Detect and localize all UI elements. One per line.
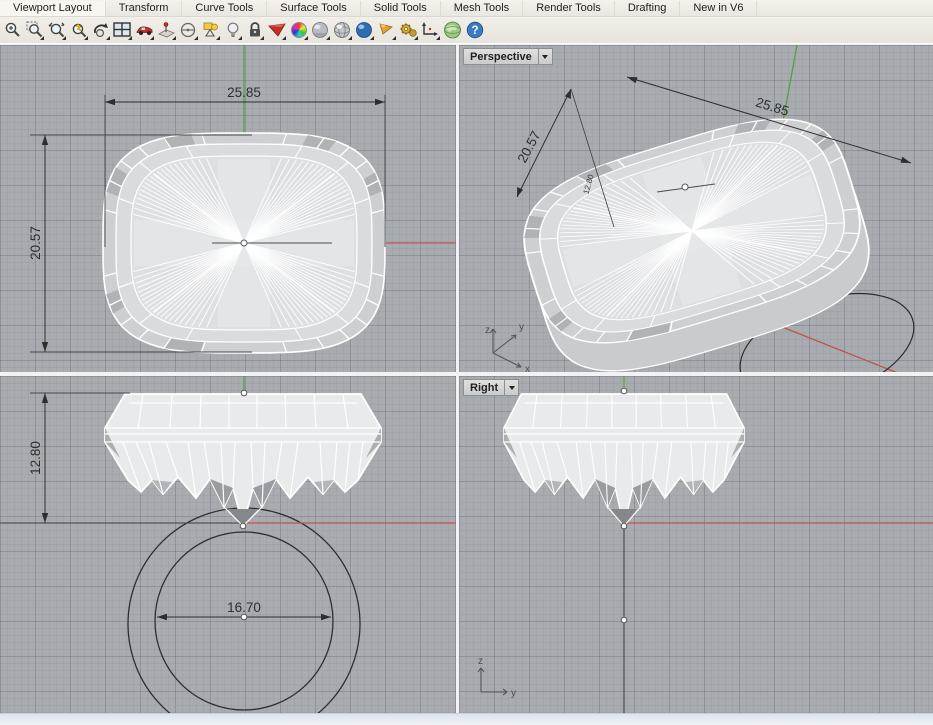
tab-curve-tools[interactable]: Curve Tools xyxy=(182,1,267,16)
help-glyph: ? xyxy=(471,25,478,37)
render-car-icon[interactable] xyxy=(134,19,155,41)
options-gears-icon[interactable] xyxy=(398,19,419,41)
cplane-circle-icon[interactable] xyxy=(178,19,199,41)
render-cone-icon[interactable] xyxy=(266,19,287,41)
analysis-cone-icon[interactable] xyxy=(376,19,397,41)
viewport-menu-arrow[interactable] xyxy=(505,380,518,395)
shaded-sphere-icon[interactable] xyxy=(310,19,331,41)
viewport-splitter-horizontal[interactable] xyxy=(0,372,933,376)
dimension-width: 25.85 xyxy=(105,85,385,105)
dimension-tool-icon[interactable] xyxy=(420,19,441,41)
culet-point-marker[interactable] xyxy=(621,523,627,529)
point-marker[interactable] xyxy=(241,390,247,396)
zoom-extents-icon[interactable] xyxy=(46,19,67,41)
zoom-window-icon[interactable] xyxy=(24,19,45,41)
zoom-selected-icon[interactable] xyxy=(68,19,89,41)
gem-right-view[interactable] xyxy=(504,394,744,526)
tab-solid-tools[interactable]: Solid Tools xyxy=(361,1,441,16)
viewport-title-label: Right xyxy=(464,382,504,394)
viewport-front[interactable]: 12.80 16.70 xyxy=(0,376,456,713)
rotate-view-icon[interactable] xyxy=(90,19,111,41)
dim-width-label: 25.85 xyxy=(227,85,261,100)
chevron-down-icon xyxy=(542,55,548,59)
viewport-perspective[interactable]: Perspective 25.85 xyxy=(459,45,933,372)
right-view-canvas: z y xyxy=(459,376,933,713)
viewport-title-perspective[interactable]: Perspective xyxy=(463,48,553,65)
web-globe-icon[interactable] xyxy=(442,19,463,41)
tab-viewport-layout[interactable]: Viewport Layout xyxy=(0,1,106,16)
named-views-icon[interactable] xyxy=(200,19,221,41)
set-view-icon[interactable] xyxy=(156,19,177,41)
dim-height-label: 20.57 xyxy=(28,226,43,260)
perspective-canvas: 25.85 20.57 12.80 z y x xyxy=(459,45,933,372)
raytrace-sphere-icon[interactable] xyxy=(354,19,375,41)
viewport-title-label: Perspective xyxy=(464,51,538,63)
viewport-top[interactable]: 25.85 20.57 xyxy=(0,45,456,372)
color-wheel xyxy=(291,22,307,38)
viewport-title-right[interactable]: Right xyxy=(463,379,519,396)
viewport-layout-icon[interactable] xyxy=(112,19,133,41)
viewport-right[interactable]: Right z y xyxy=(459,376,933,713)
axis-y-label: y xyxy=(519,322,524,333)
gem-front-view[interactable] xyxy=(105,394,381,526)
zoom-in-icon[interactable] xyxy=(2,19,23,41)
front-view-canvas: 12.80 16.70 xyxy=(0,376,456,713)
axis-gizmo xyxy=(478,668,507,695)
viewport-splitter-vertical[interactable] xyxy=(456,44,459,713)
center-point-marker[interactable] xyxy=(241,240,247,246)
dim-diameter-label: 16.70 xyxy=(227,600,261,615)
chevron-down-icon xyxy=(509,386,515,390)
axis-z-label: z xyxy=(485,325,490,336)
gem-perspective-view[interactable] xyxy=(507,96,878,366)
tab-mesh-tools[interactable]: Mesh Tools xyxy=(441,1,523,16)
status-strip xyxy=(0,713,933,725)
tab-surface-tools[interactable]: Surface Tools xyxy=(267,1,360,16)
dim-height-label: 20.57 xyxy=(514,128,543,165)
axis-gizmo xyxy=(490,329,521,367)
axis-x-label: x xyxy=(525,364,530,372)
tab-render-tools[interactable]: Render Tools xyxy=(523,1,615,16)
point-marker[interactable] xyxy=(621,388,627,394)
top-view-canvas: 25.85 20.57 xyxy=(0,45,456,372)
rendered-sphere-icon[interactable] xyxy=(332,19,353,41)
toolbar: ? xyxy=(0,17,933,44)
lock-icon[interactable] xyxy=(244,19,265,41)
culet-point-marker[interactable] xyxy=(240,523,246,529)
menu-tab-bar: Viewport Layout Transform Curve Tools Su… xyxy=(0,0,933,17)
viewport-menu-arrow[interactable] xyxy=(539,49,552,64)
tab-drafting[interactable]: Drafting xyxy=(615,1,681,16)
help-icon[interactable]: ? xyxy=(464,19,485,41)
viewport-area: 25.85 20.57 Perspective xyxy=(0,44,933,713)
axis-z-label: z xyxy=(478,656,483,667)
axis-y-label: y xyxy=(511,688,516,699)
dimension-height: 20.57 xyxy=(28,135,48,352)
tab-new-in-v6[interactable]: New in V6 xyxy=(680,1,757,16)
dimension-diameter: 16.70 xyxy=(157,600,331,620)
ring-center-marker[interactable] xyxy=(621,617,627,623)
ring-inner-circle[interactable] xyxy=(155,532,333,710)
color-wheel-icon[interactable] xyxy=(288,19,309,41)
dim-height-label: 12.80 xyxy=(28,441,43,475)
lights-icon[interactable] xyxy=(222,19,243,41)
center-point-marker[interactable] xyxy=(682,184,688,190)
tab-transform[interactable]: Transform xyxy=(106,1,183,16)
dim-point-marker[interactable] xyxy=(241,614,247,620)
dim-width-label: 25.85 xyxy=(754,95,791,119)
